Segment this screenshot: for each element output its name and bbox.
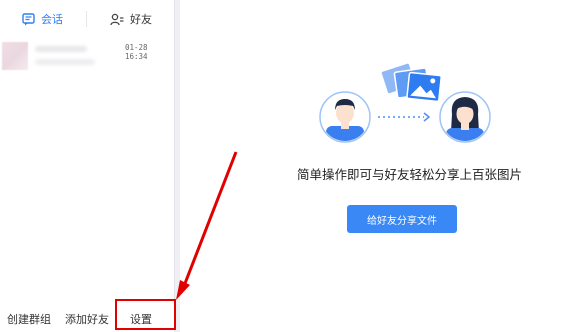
annotation-arrow [176,151,238,300]
female-avatar-icon [439,91,491,143]
photos-icon [380,62,442,103]
share-file-button[interactable]: 给好友分享文件 [347,205,457,233]
promo-text: 简单操作即可与好友轻松分享上百张图片 [297,167,523,182]
male-avatar-icon [319,91,371,143]
transfer-arrow-icon [378,112,431,122]
